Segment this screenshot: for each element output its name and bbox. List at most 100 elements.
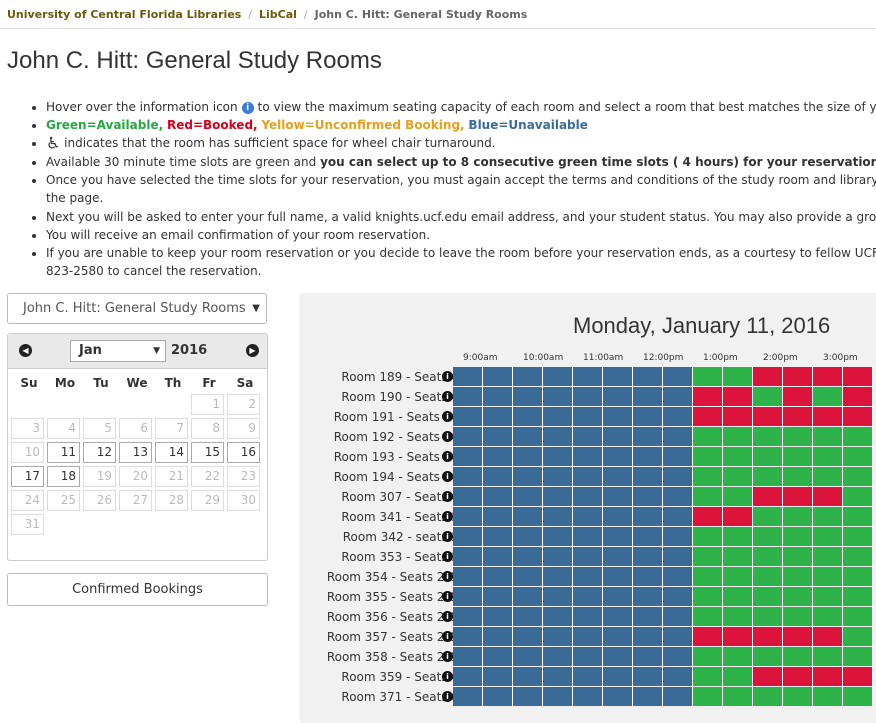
next-month-icon[interactable]: ▶	[246, 344, 259, 357]
time-slot-green[interactable]	[723, 467, 753, 486]
time-slot-green[interactable]	[783, 427, 813, 446]
time-slot-green[interactable]	[723, 487, 753, 506]
time-slot-green[interactable]	[723, 567, 753, 586]
time-slot-green[interactable]	[753, 427, 783, 446]
time-slot-green[interactable]	[693, 667, 723, 686]
time-slot-green[interactable]	[783, 507, 813, 526]
time-slot-green[interactable]	[783, 587, 813, 606]
room-info-icon[interactable]: i	[442, 671, 453, 682]
time-slot-green[interactable]	[783, 687, 813, 706]
calendar-day[interactable]: 14	[155, 442, 188, 463]
time-slot-green[interactable]	[783, 547, 813, 566]
time-slot-green[interactable]	[693, 427, 723, 446]
calendar-day[interactable]: 18	[47, 466, 80, 487]
time-slot-green[interactable]	[843, 627, 873, 646]
calendar-day[interactable]: 17	[11, 466, 44, 487]
calendar-day[interactable]: 11	[47, 442, 80, 463]
time-slot-green[interactable]	[723, 647, 753, 666]
time-slot-green[interactable]	[783, 567, 813, 586]
time-slot-green[interactable]	[813, 527, 843, 546]
month-select[interactable]: Jan ▼	[70, 340, 166, 362]
location-select[interactable]: John C. Hitt: General Study Rooms ▼	[7, 293, 267, 324]
time-slot-green[interactable]	[843, 567, 873, 586]
time-slot-green[interactable]	[723, 527, 753, 546]
time-slot-green[interactable]	[693, 487, 723, 506]
time-slot-green[interactable]	[813, 647, 843, 666]
time-slot-green[interactable]	[783, 447, 813, 466]
time-slot-green[interactable]	[753, 607, 783, 626]
breadcrumb-libcal[interactable]: LibCal	[259, 8, 297, 21]
time-slot-green[interactable]	[813, 607, 843, 626]
time-slot-green[interactable]	[783, 647, 813, 666]
time-slot-green[interactable]	[693, 687, 723, 706]
time-slot-green[interactable]	[813, 587, 843, 606]
time-slot-green[interactable]	[843, 547, 873, 566]
calendar-day[interactable]: 12	[83, 442, 116, 463]
calendar-day[interactable]: 13	[119, 442, 152, 463]
room-info-icon[interactable]: i	[442, 531, 453, 542]
time-slot-green[interactable]	[753, 467, 783, 486]
time-slot-green[interactable]	[693, 447, 723, 466]
time-slot-green[interactable]	[843, 647, 873, 666]
room-info-icon[interactable]: i	[442, 611, 453, 622]
time-slot-green[interactable]	[843, 447, 873, 466]
room-info-icon[interactable]: i	[442, 391, 453, 402]
room-info-icon[interactable]: i	[442, 631, 453, 642]
time-slot-green[interactable]	[753, 507, 783, 526]
time-slot-green[interactable]	[783, 607, 813, 626]
time-slot-green[interactable]	[843, 427, 873, 446]
room-info-icon[interactable]: i	[442, 691, 453, 702]
time-slot-green[interactable]	[783, 467, 813, 486]
room-info-icon[interactable]: i	[442, 451, 453, 462]
time-slot-green[interactable]	[723, 607, 753, 626]
time-slot-green[interactable]	[723, 547, 753, 566]
time-slot-green[interactable]	[723, 667, 753, 686]
time-slot-green[interactable]	[813, 547, 843, 566]
room-info-icon[interactable]: i	[442, 371, 453, 382]
room-info-icon[interactable]: i	[442, 571, 453, 582]
time-slot-green[interactable]	[813, 467, 843, 486]
time-slot-green[interactable]	[753, 587, 783, 606]
time-slot-green[interactable]	[723, 427, 753, 446]
room-info-icon[interactable]: i	[442, 651, 453, 662]
time-slot-green[interactable]	[753, 447, 783, 466]
time-slot-green[interactable]	[843, 587, 873, 606]
time-slot-green[interactable]	[693, 567, 723, 586]
room-info-icon[interactable]: i	[442, 491, 453, 502]
time-slot-green[interactable]	[843, 467, 873, 486]
room-info-icon[interactable]: i	[442, 591, 453, 602]
time-slot-green[interactable]	[753, 687, 783, 706]
room-info-icon[interactable]: i	[442, 411, 453, 422]
time-slot-green[interactable]	[693, 527, 723, 546]
time-slot-green[interactable]	[693, 587, 723, 606]
time-slot-green[interactable]	[843, 607, 873, 626]
time-slot-green[interactable]	[753, 567, 783, 586]
time-slot-green[interactable]	[723, 447, 753, 466]
time-slot-green[interactable]	[843, 687, 873, 706]
time-slot-green[interactable]	[693, 547, 723, 566]
time-slot-green[interactable]	[813, 387, 843, 406]
time-slot-green[interactable]	[753, 527, 783, 546]
calendar-day[interactable]: 16	[227, 442, 260, 463]
time-slot-green[interactable]	[723, 587, 753, 606]
room-info-icon[interactable]: i	[442, 551, 453, 562]
time-slot-green[interactable]	[813, 567, 843, 586]
time-slot-green[interactable]	[753, 547, 783, 566]
time-slot-green[interactable]	[693, 367, 723, 386]
time-slot-green[interactable]	[843, 507, 873, 526]
time-slot-green[interactable]	[693, 607, 723, 626]
room-info-icon[interactable]: i	[442, 511, 453, 522]
time-slot-green[interactable]	[753, 647, 783, 666]
time-slot-green[interactable]	[693, 467, 723, 486]
time-slot-green[interactable]	[783, 527, 813, 546]
confirmed-bookings-button[interactable]: Confirmed Bookings	[7, 573, 268, 606]
time-slot-green[interactable]	[753, 387, 783, 406]
room-info-icon[interactable]: i	[442, 431, 453, 442]
time-slot-green[interactable]	[723, 367, 753, 386]
prev-month-icon[interactable]: ◀	[19, 344, 32, 357]
time-slot-green[interactable]	[723, 687, 753, 706]
calendar-day[interactable]: 15	[191, 442, 224, 463]
time-slot-green[interactable]	[693, 647, 723, 666]
breadcrumb-ucf-libraries[interactable]: University of Central Florida Libraries	[7, 8, 241, 21]
time-slot-green[interactable]	[813, 447, 843, 466]
